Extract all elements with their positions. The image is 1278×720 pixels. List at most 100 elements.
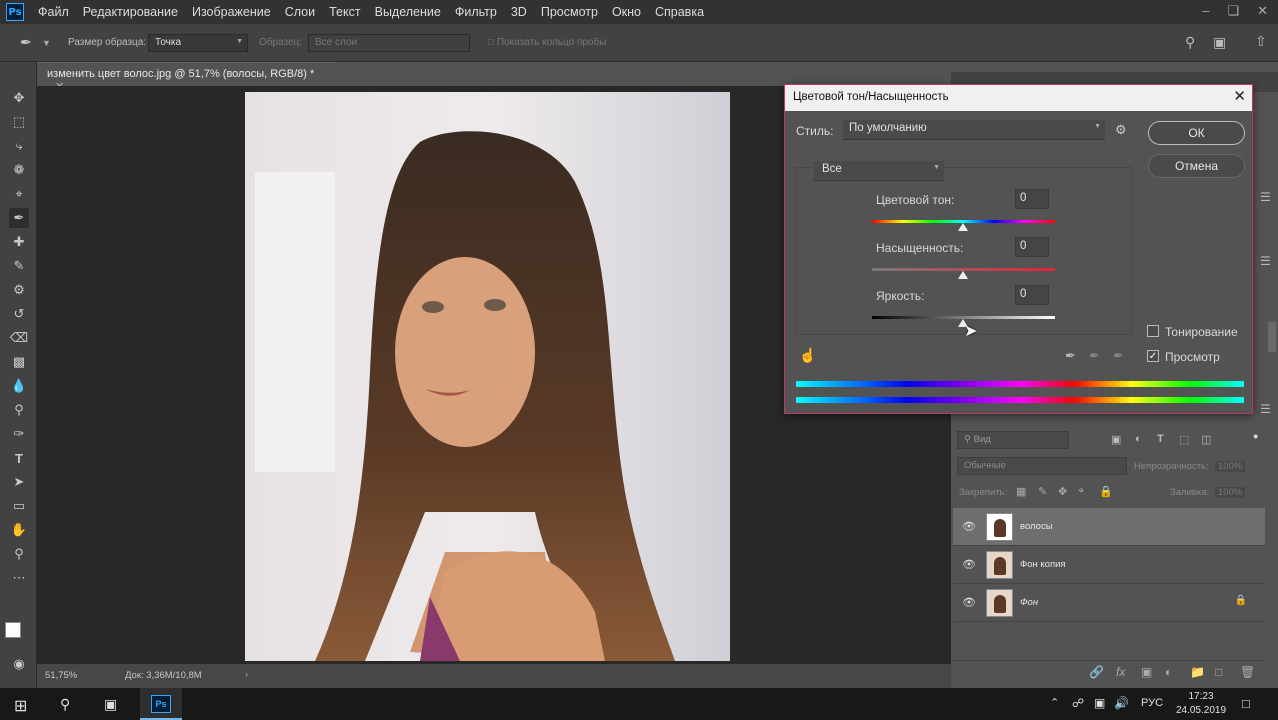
pen-tool-icon[interactable]: ✑ xyxy=(9,424,29,444)
eyedropper-tool-icon[interactable]: ✒ xyxy=(20,34,32,51)
language-indicator[interactable]: РУС xyxy=(1141,697,1163,709)
blur-tool-icon[interactable]: 💧 xyxy=(9,376,29,396)
type-tool-icon[interactable]: T xyxy=(9,448,29,468)
volume-icon[interactable]: 🔊 xyxy=(1114,696,1129,710)
menu-window[interactable]: Окно xyxy=(612,5,641,19)
more-tools-icon[interactable]: ⋯ xyxy=(9,568,29,588)
notifications-icon[interactable]: □ xyxy=(1242,696,1250,711)
lock-all-icon[interactable]: 🔒 xyxy=(1099,485,1113,498)
brush-tool-icon[interactable]: ✎ xyxy=(9,256,29,276)
menu-edit[interactable]: Редактирование xyxy=(83,5,178,19)
workspace-icon[interactable]: ▣ xyxy=(1213,34,1226,51)
lock-artboard-icon[interactable]: ⌖ xyxy=(1078,485,1084,498)
marquee-tool-icon[interactable]: ⬚ xyxy=(9,112,29,132)
close-icon[interactable]: ✕ xyxy=(1257,3,1268,19)
visibility-eye-icon[interactable]: 👁 xyxy=(962,596,976,609)
new-group-icon[interactable]: 📁 xyxy=(1190,665,1205,679)
filter-pixel-icon[interactable]: ▣ xyxy=(1111,433,1121,446)
zoom-level[interactable]: 51,75% xyxy=(45,670,77,681)
blend-mode-select[interactable]: Обычные xyxy=(957,457,1127,475)
quick-select-tool-icon[interactable]: ❁ xyxy=(9,160,29,180)
channel-select[interactable]: Все ▼ xyxy=(814,161,944,181)
delete-layer-icon[interactable]: 🗑 xyxy=(1240,665,1255,679)
restore-icon[interactable]: ❏ xyxy=(1227,3,1239,19)
menu-help[interactable]: Справка xyxy=(655,5,704,19)
move-tool-icon[interactable]: ✥ xyxy=(9,88,29,108)
menu-filter[interactable]: Фильтр xyxy=(455,5,497,19)
eyedropper-minus-icon[interactable]: ✒ xyxy=(1113,348,1124,364)
visibility-eye-icon[interactable]: 👁 xyxy=(962,558,976,571)
gradient-tool-icon[interactable]: ▩ xyxy=(9,352,29,372)
zoom-tool-icon[interactable]: ⚲ xyxy=(9,544,29,564)
minimize-icon[interactable]: – xyxy=(1202,3,1209,19)
foreground-color-swatch[interactable] xyxy=(5,622,21,638)
rectangle-tool-icon[interactable]: ▭ xyxy=(9,496,29,516)
panel-menu-icon[interactable]: ☰ xyxy=(1260,254,1271,268)
battery-icon[interactable]: ▣ xyxy=(1094,696,1105,710)
menu-3d[interactable]: 3D xyxy=(511,5,527,19)
filter-smart-icon[interactable]: ◫ xyxy=(1201,433,1211,446)
panel-menu-icon[interactable]: ☰ xyxy=(1260,402,1271,416)
quick-mask-icon[interactable]: ◉ xyxy=(9,654,29,674)
task-view-icon[interactable]: ▣ xyxy=(104,696,117,713)
chevron-right-icon[interactable]: › xyxy=(245,669,248,680)
saturation-input[interactable]: 0 xyxy=(1015,237,1049,257)
filter-shape-icon[interactable]: ⬚ xyxy=(1179,433,1189,446)
stamp-tool-icon[interactable]: ⚙ xyxy=(9,280,29,300)
document-image[interactable] xyxy=(245,92,730,661)
share-icon[interactable]: ⇧ xyxy=(1255,33,1267,50)
ok-button[interactable]: ОК xyxy=(1148,121,1245,145)
close-icon[interactable]: ✕ xyxy=(1233,88,1246,106)
layer-name[interactable]: Фон копия xyxy=(1020,559,1066,570)
style-select[interactable]: По умолчанию ▼ xyxy=(843,120,1105,140)
show-ring-checkbox[interactable]: □ Показать кольцо пробы xyxy=(488,37,606,48)
network-icon[interactable]: ☍ xyxy=(1072,696,1084,710)
gear-icon[interactable]: ⚙ xyxy=(1115,122,1127,138)
filter-type-icon[interactable]: T xyxy=(1157,433,1164,445)
fill-value[interactable]: 100% xyxy=(1215,487,1246,498)
hue-slider-thumb[interactable] xyxy=(958,223,968,231)
targeted-adjustment-hand-icon[interactable]: ☝ xyxy=(799,347,816,364)
healing-brush-tool-icon[interactable]: ✚ xyxy=(9,232,29,252)
layer-row[interactable]: 👁 Фон копия xyxy=(953,546,1265,584)
menu-select[interactable]: Выделение xyxy=(375,5,441,19)
clock[interactable]: 17:23 24.05.2019 xyxy=(1172,690,1230,718)
hand-tool-icon[interactable]: ✋ xyxy=(9,520,29,540)
eraser-tool-icon[interactable]: ⌫ xyxy=(9,328,29,348)
search-icon[interactable]: ⚲ xyxy=(60,696,70,713)
preview-checkbox[interactable]: ✓ xyxy=(1147,350,1159,362)
hue-input[interactable]: 0 xyxy=(1015,189,1049,209)
eyedropper-tool-icon[interactable]: ✒ xyxy=(9,208,29,228)
panel-scrollbar[interactable] xyxy=(1268,322,1276,352)
menu-file[interactable]: Файл xyxy=(38,5,69,19)
opacity-value[interactable]: 100% xyxy=(1215,461,1246,472)
layer-row[interactable]: 👁 Фон 🔒 xyxy=(953,584,1265,622)
menu-view[interactable]: Просмотр xyxy=(541,5,598,19)
windows-start-icon[interactable]: ⊞ xyxy=(14,696,27,716)
layer-name[interactable]: волосы xyxy=(1020,521,1053,532)
sample-select[interactable]: Все слои xyxy=(308,34,470,52)
chevron-up-icon[interactable]: ⌃ xyxy=(1050,696,1059,709)
cancel-button[interactable]: Отмена xyxy=(1148,154,1245,178)
menu-type[interactable]: Текст xyxy=(329,5,360,19)
search-icon[interactable]: ⚲ xyxy=(1185,34,1195,51)
saturation-slider-thumb[interactable] xyxy=(958,271,968,279)
dodge-tool-icon[interactable]: ⚲ xyxy=(9,400,29,420)
menu-image[interactable]: Изображение xyxy=(192,5,271,19)
lightness-input[interactable]: 0 xyxy=(1015,285,1049,305)
lock-pixels-icon[interactable]: ✎ xyxy=(1038,485,1047,498)
colorize-checkbox[interactable] xyxy=(1147,325,1159,337)
sample-size-select[interactable]: Точка ▼ xyxy=(148,34,248,52)
lock-transparent-icon[interactable]: ▦ xyxy=(1016,485,1026,498)
dialog-titlebar[interactable]: Цветовой тон/Насыщенность ✕ xyxy=(785,85,1252,111)
taskbar-photoshop[interactable]: Ps xyxy=(140,688,182,720)
adjustment-layer-icon[interactable]: ◐ xyxy=(1165,665,1172,679)
layer-filter-field[interactable]: ⚲ Вид xyxy=(957,431,1069,449)
path-select-tool-icon[interactable]: ➤ xyxy=(9,472,29,492)
layer-name[interactable]: Фон xyxy=(1020,597,1038,608)
eyedropper-icon[interactable]: ✒ xyxy=(1065,348,1076,364)
add-mask-icon[interactable]: ▣ xyxy=(1141,665,1152,679)
menu-layers[interactable]: Слои xyxy=(285,5,315,19)
panel-menu-icon[interactable]: ☰ xyxy=(1260,190,1271,204)
eyedropper-plus-icon[interactable]: ✒ xyxy=(1089,348,1100,364)
